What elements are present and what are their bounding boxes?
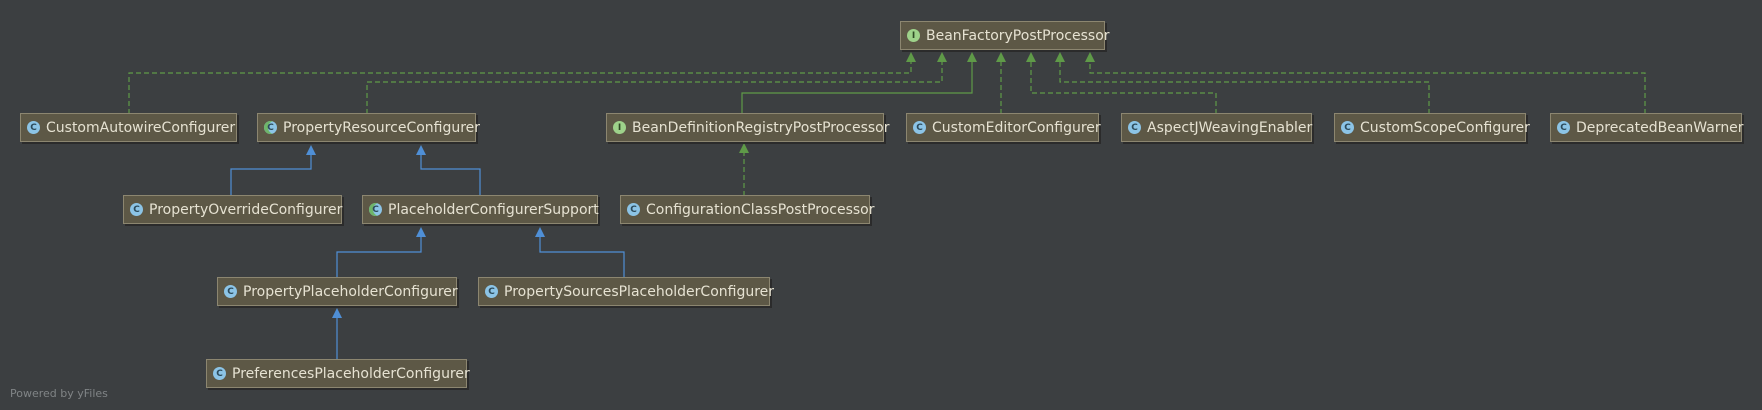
edge-pspc-pcs (539, 237, 625, 278)
node-label: PropertySourcesPlaceholderConfigurer (504, 283, 775, 300)
class-icon: C (224, 285, 237, 298)
class-icon: C (485, 285, 498, 298)
node-bean-definition-registry-post-processor[interactable]: I BeanDefinitionRegistryPostProcessor (606, 113, 890, 142)
edge-pcs-prc (420, 155, 481, 196)
class-icon: C (1128, 121, 1141, 134)
extends-solid-green (741, 62, 973, 114)
node-property-sources-placeholder-configurer[interactable]: C PropertySourcesPlaceholderConfigurer (478, 277, 774, 306)
class-icon: C (213, 367, 226, 380)
edge-deprecated-bfpp (1089, 62, 1646, 114)
node-label: DeprecatedBeanWarner (1576, 119, 1744, 136)
node-label: CustomEditorConfigurer (932, 119, 1101, 136)
class-icon: C (130, 203, 143, 216)
arrow-head (739, 143, 749, 153)
arrow-head (306, 145, 316, 155)
node-property-override-configurer[interactable]: C PropertyOverrideConfigurer (123, 195, 342, 224)
arrow-head (967, 52, 977, 62)
node-label: PropertyPlaceholderConfigurer (243, 283, 458, 300)
arrow-head (416, 145, 426, 155)
arrow-head (416, 227, 426, 237)
edge-scope-bfpp (1059, 62, 1430, 114)
node-placeholder-configurer-support[interactable]: C PlaceholderConfigurerSupport (362, 195, 599, 224)
node-configuration-class-post-processor[interactable]: C ConfigurationClassPostProcessor (620, 195, 875, 224)
arrow-head (332, 308, 342, 318)
edge-ppc-pcs (336, 237, 422, 278)
node-label: BeanFactoryPostProcessor (926, 27, 1110, 44)
node-preferences-placeholder-configurer[interactable]: C PreferencesPlaceholderConfigurer (206, 359, 470, 388)
node-deprecated-bean-warner[interactable]: C DeprecatedBeanWarner (1550, 113, 1744, 142)
node-label: AspectJWeavingEnabler (1147, 119, 1313, 136)
node-label: PropertyResourceConfigurer (283, 119, 481, 136)
edge-aspectj-bfpp (1030, 62, 1217, 114)
node-label: PlaceholderConfigurerSupport (388, 201, 599, 218)
extends-edges (230, 155, 625, 360)
node-custom-autowire-configurer[interactable]: C CustomAutowireConfigurer (20, 113, 237, 142)
arrow-head (1085, 52, 1095, 62)
class-icon: C (913, 121, 926, 134)
arrow-head (1026, 52, 1036, 62)
node-label: ConfigurationClassPostProcessor (646, 201, 875, 218)
node-property-resource-configurer[interactable]: C PropertyResourceConfigurer (257, 113, 480, 142)
node-label: CustomScopeConfigurer (1360, 119, 1530, 136)
node-bean-factory-post-processor[interactable]: I BeanFactoryPostProcessor (900, 21, 1110, 50)
node-property-placeholder-configurer[interactable]: C PropertyPlaceholderConfigurer (217, 277, 458, 306)
class-icon: C (1557, 121, 1570, 134)
interface-icon: I (907, 29, 920, 42)
arrow-head (535, 227, 545, 237)
node-label: PreferencesPlaceholderConfigurer (232, 365, 470, 382)
arrow-head (906, 52, 916, 62)
arrow-head (996, 52, 1006, 62)
class-icon: C (627, 203, 640, 216)
arrow-head (1055, 52, 1065, 62)
node-label: PropertyOverrideConfigurer (149, 201, 343, 218)
arrow-head (937, 52, 947, 62)
abstract-class-icon: C (369, 203, 382, 216)
node-custom-editor-configurer[interactable]: C CustomEditorConfigurer (906, 113, 1101, 142)
edge-prc-bfpp (366, 62, 943, 114)
class-icon: C (1341, 121, 1354, 134)
interface-icon: I (613, 121, 626, 134)
edge-autowire-bfpp (128, 62, 912, 114)
edge-override-prc (230, 155, 312, 196)
abstract-class-icon: C (264, 121, 277, 134)
node-custom-scope-configurer[interactable]: C CustomScopeConfigurer (1334, 113, 1530, 142)
node-label: BeanDefinitionRegistryPostProcessor (632, 119, 890, 136)
powered-by-footer: Powered by yFiles (10, 387, 108, 400)
edge-bdrpp-bfpp (741, 62, 973, 114)
node-label: CustomAutowireConfigurer (46, 119, 236, 136)
class-icon: C (27, 121, 40, 134)
node-aspectj-weaving-enabler[interactable]: C AspectJWeavingEnabler (1121, 113, 1312, 142)
